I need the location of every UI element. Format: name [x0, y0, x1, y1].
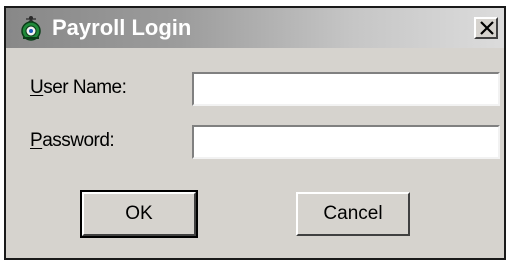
- cancel-button[interactable]: Cancel: [296, 192, 410, 236]
- password-field[interactable]: [192, 125, 500, 159]
- password-label-text: assword:: [42, 130, 115, 151]
- payroll-app-icon: [18, 14, 44, 42]
- close-icon: [480, 21, 494, 35]
- payroll-login-dialog: Payroll Login User Name: Password: OK Ca…: [4, 6, 506, 260]
- ok-button[interactable]: OK: [80, 190, 198, 238]
- close-button[interactable]: [474, 17, 498, 39]
- user-name-field[interactable]: [192, 72, 500, 106]
- password-label-mnemonic: P: [30, 130, 43, 151]
- user-name-label-text: ser Name:: [43, 77, 127, 98]
- user-name-label: User Name:: [30, 77, 127, 99]
- window-title: Payroll Login: [52, 15, 192, 40]
- title-bar[interactable]: Payroll Login: [6, 8, 504, 48]
- password-label: Password:: [30, 130, 115, 152]
- user-name-label-mnemonic: U: [30, 77, 44, 98]
